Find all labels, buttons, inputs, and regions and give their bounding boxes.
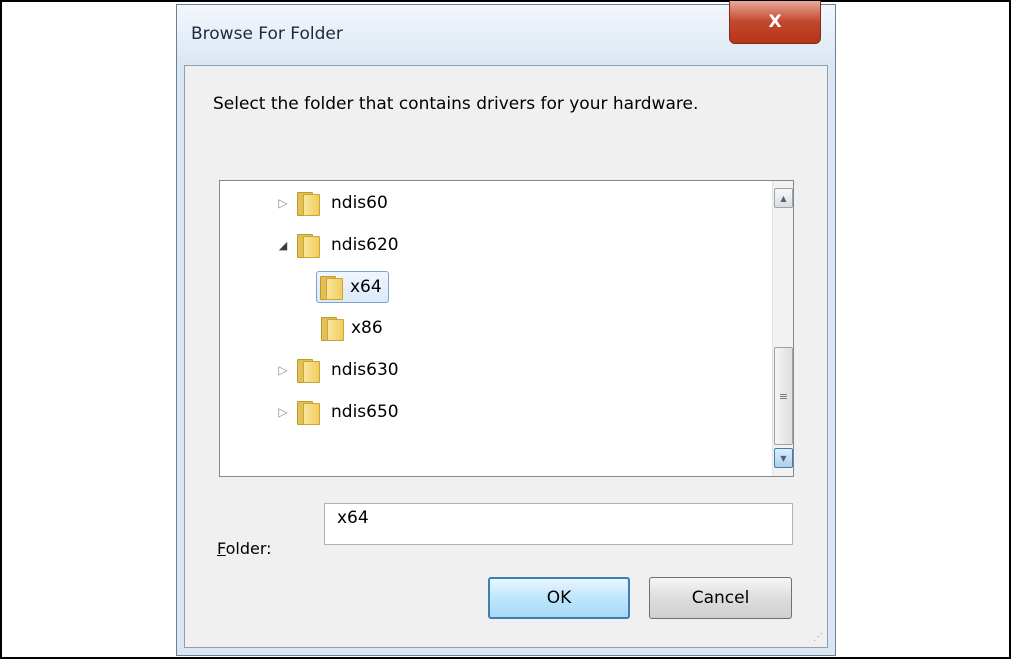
scrollbar-thumb[interactable]: ≡ — [774, 347, 793, 445]
resize-grip-icon[interactable]: ⋰ — [813, 632, 823, 643]
dialog-body: Select the folder that contains drivers … — [184, 65, 828, 648]
expand-arrow-icon[interactable]: ▷ — [275, 363, 291, 377]
tree-item-label: x64 — [350, 277, 382, 297]
expand-arrow-icon[interactable]: ▷ — [275, 405, 291, 419]
scroll-down-button[interactable]: ▼ — [774, 448, 793, 468]
close-button[interactable]: X — [729, 1, 821, 44]
tree-item-ndis620[interactable]: ◢ ndis620 — [275, 230, 403, 260]
folder-tree[interactable]: ▷ ndis60 ◢ ndis620 x64 x86 ▷ ndis630 ▷ n… — [219, 180, 794, 477]
folder-icon — [297, 358, 320, 383]
expand-arrow-icon[interactable]: ▷ — [275, 196, 291, 210]
folder-icon — [297, 191, 320, 216]
tree-item-ndis650[interactable]: ▷ ndis650 — [275, 397, 403, 427]
tree-item-label: ndis650 — [331, 402, 399, 422]
folder-input[interactable]: x64 — [324, 503, 793, 545]
folder-label-text: older: — [225, 539, 272, 558]
dialog-title: Browse For Folder — [191, 24, 343, 44]
folder-icon — [321, 316, 344, 341]
close-icon: X — [768, 12, 782, 32]
folder-icon — [320, 275, 343, 300]
scroll-down-icon: ▼ — [780, 453, 787, 463]
folder-field-label: Folder: — [217, 539, 272, 558]
title-bar[interactable]: Browse For Folder X — [177, 1, 835, 65]
scroll-up-button[interactable]: ▲ — [774, 188, 793, 208]
grip-lines-icon: ≡ — [778, 389, 789, 403]
vertical-scrollbar[interactable]: ▲ ≡ ▼ — [772, 181, 793, 476]
cancel-button[interactable]: Cancel — [649, 577, 792, 619]
tree-item-label: x86 — [351, 318, 383, 338]
tree-item-x86[interactable]: x86 — [318, 313, 387, 343]
folder-icon — [297, 233, 320, 258]
tree-item-x64[interactable]: x64 — [316, 271, 389, 303]
tree-item-label: ndis620 — [331, 235, 399, 255]
folder-icon — [297, 400, 320, 425]
tree-item-label: ndis60 — [331, 193, 388, 213]
ok-button[interactable]: OK — [488, 577, 630, 619]
instruction-text: Select the folder that contains drivers … — [213, 94, 699, 114]
scroll-up-icon: ▲ — [780, 193, 787, 203]
tree-item-label: ndis630 — [331, 360, 399, 380]
tree-item-ndis60[interactable]: ▷ ndis60 — [275, 188, 392, 218]
collapse-arrow-icon[interactable]: ◢ — [275, 239, 291, 252]
tree-item-ndis630[interactable]: ▷ ndis630 — [275, 355, 403, 385]
browse-for-folder-dialog: Browse For Folder X Select the folder th… — [176, 1, 836, 656]
accelerator-key: F — [217, 539, 226, 558]
